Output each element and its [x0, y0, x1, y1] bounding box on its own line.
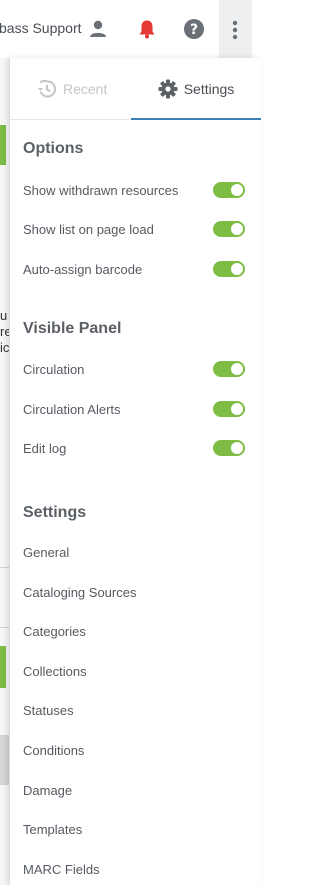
gear-icon — [158, 79, 178, 98]
toggle-knob — [231, 403, 243, 415]
settings-link-statuses[interactable]: Statuses — [23, 703, 74, 718]
toggle-knob — [231, 184, 243, 196]
settings-heading: Settings — [23, 504, 87, 521]
option-label: Circulation — [23, 361, 85, 377]
visible-panel-heading: Visible Panel — [23, 320, 122, 337]
option-label: Edit log — [23, 440, 67, 456]
settings-link-collections[interactable]: Collections — [23, 664, 87, 679]
settings-link-categories[interactable]: Categories — [23, 624, 86, 639]
tab-recent[interactable]: Recent — [37, 58, 107, 119]
history-icon — [38, 79, 56, 97]
panel-tabs: Recent Settings — [10, 58, 261, 120]
option-label: Circulation Alerts — [23, 401, 121, 417]
toggle-knob — [231, 442, 243, 454]
help-icon[interactable]: ? — [183, 18, 205, 40]
settings-dropdown-panel: Recent Settings Options Show withdrawn r… — [9, 58, 261, 885]
more-vertical-icon — [232, 20, 238, 40]
option-label: Auto-assign barcode — [23, 261, 143, 277]
option-auto-assign-barcode: Auto-assign barcode — [23, 257, 245, 281]
bell-icon[interactable] — [136, 18, 158, 40]
auto-assign-barcode-toggle[interactable] — [213, 261, 245, 277]
circulation-toggle[interactable] — [213, 361, 245, 377]
background-accent-bar — [0, 646, 6, 688]
options-heading: Options — [23, 140, 84, 157]
user-icon[interactable] — [88, 19, 108, 39]
more-menu-button[interactable] — [219, 0, 252, 58]
settings-link-cataloging-sources[interactable]: Cataloging Sources — [23, 585, 136, 600]
tab-settings[interactable]: Settings — [131, 58, 261, 120]
option-show-list-on-load: Show list on page load — [23, 217, 245, 241]
visible-panel-circulation-alerts: Circulation Alerts — [23, 397, 245, 421]
settings-link-conditions[interactable]: Conditions — [23, 743, 84, 758]
background-accent-bar — [0, 125, 6, 165]
user-name[interactable]: bass Support — [0, 20, 82, 36]
active-tab-indicator — [131, 118, 261, 120]
settings-link-marc-fields[interactable]: MARC Fields — [23, 862, 100, 877]
toggle-knob — [231, 263, 243, 275]
visible-panel-edit-log: Edit log — [23, 436, 245, 460]
option-label: Show withdrawn resources — [23, 182, 179, 198]
tab-recent-label: Recent — [63, 80, 108, 97]
show-withdrawn-toggle[interactable] — [213, 182, 245, 198]
visible-panel-circulation: Circulation — [23, 357, 245, 381]
option-show-withdrawn: Show withdrawn resources — [23, 178, 245, 202]
circulation-alerts-toggle[interactable] — [213, 401, 245, 417]
top-header: bass Support ? — [0, 0, 261, 58]
tab-settings-label: Settings — [183, 80, 235, 97]
edit-log-toggle[interactable] — [213, 440, 245, 456]
settings-link-templates[interactable]: Templates — [23, 822, 82, 837]
show-list-on-load-toggle[interactable] — [213, 221, 245, 237]
toggle-knob — [231, 363, 243, 375]
toggle-knob — [231, 223, 243, 235]
settings-link-damage[interactable]: Damage — [23, 783, 72, 798]
settings-link-general[interactable]: General — [23, 545, 69, 560]
svg-text:?: ? — [190, 22, 198, 38]
option-label: Show list on page load — [23, 221, 154, 237]
